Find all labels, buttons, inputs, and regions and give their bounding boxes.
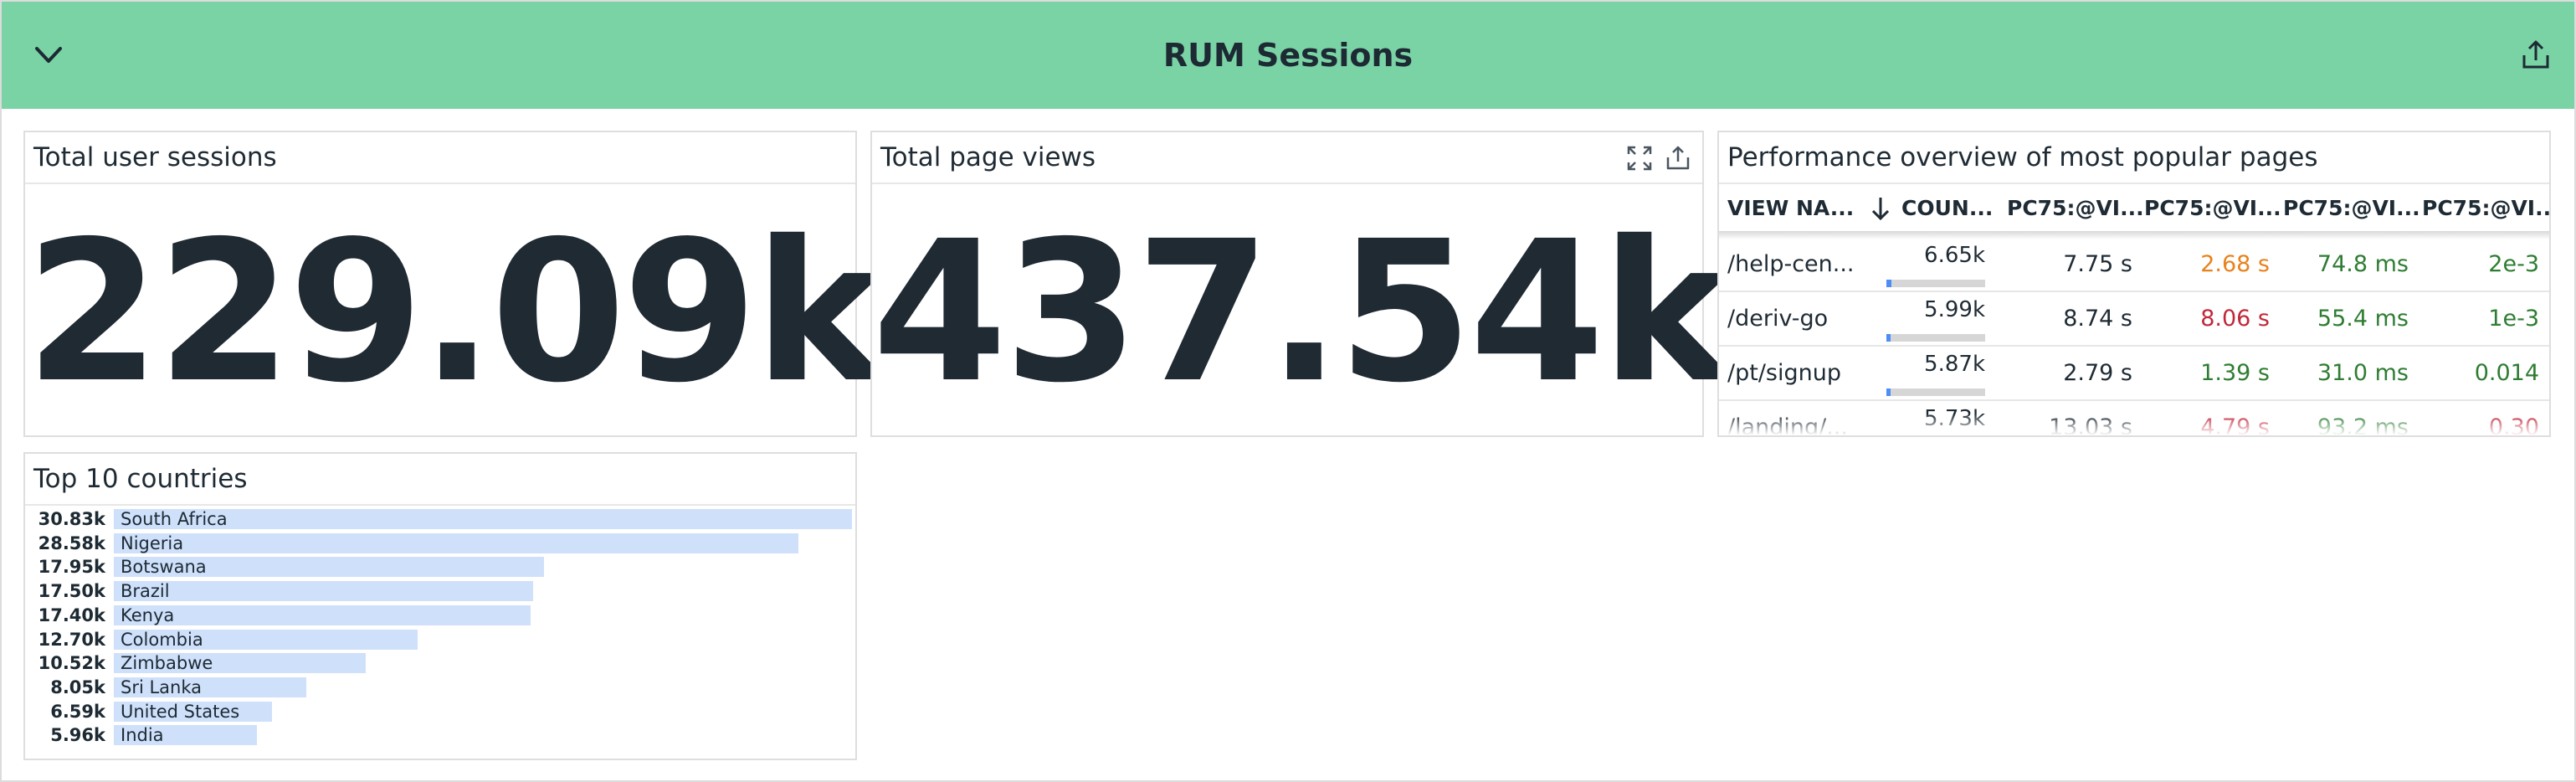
widget-divider bbox=[25, 183, 855, 184]
country-value: 12.70k bbox=[38, 629, 105, 650]
total-page-views-value: 437.54k bbox=[872, 199, 1731, 425]
country-row[interactable]: 28.58k Nigeria bbox=[25, 532, 855, 555]
country-value: 10.52k bbox=[38, 653, 105, 674]
count-bar bbox=[1886, 280, 1985, 287]
country-value: 5.96k bbox=[50, 725, 105, 746]
table-row[interactable]: /pt/signup 2.79 s 1.39 s 31.0 ms 0.014 5.87k bbox=[1719, 347, 2549, 401]
country-value: 17.50k bbox=[38, 581, 105, 602]
pc75-cell: 31.0 ms bbox=[2317, 360, 2409, 386]
pc75-cell: 55.4 ms bbox=[2317, 306, 2409, 332]
expand-icon[interactable] bbox=[1625, 144, 1654, 172]
country-value: 17.95k bbox=[38, 557, 105, 578]
view-name-cell: /help-cen... bbox=[1727, 251, 1855, 277]
table-row[interactable]: /help-cen... 7.75 s 2.68 s 74.8 ms 2e-3 6.65k bbox=[1719, 238, 2549, 292]
share-icon[interactable] bbox=[2519, 37, 2553, 74]
count-cell: 6.65k bbox=[1924, 243, 1985, 268]
scroll-fade bbox=[1719, 414, 2549, 435]
column-header-count[interactable]: COUN... bbox=[1901, 196, 1993, 220]
country-name: Zimbabwe bbox=[121, 653, 213, 674]
arrow-down-icon[interactable] bbox=[1870, 196, 1891, 221]
country-name: South Africa bbox=[121, 509, 228, 529]
performance-overview-widget[interactable]: Performance overview of most popular pag… bbox=[1717, 131, 2551, 437]
country-name: India bbox=[121, 725, 164, 746]
country-name: United States bbox=[121, 701, 240, 722]
column-header-pc75-3[interactable]: PC75:@VI... bbox=[2283, 196, 2420, 220]
country-row[interactable]: 5.96k India bbox=[25, 723, 855, 747]
country-row[interactable]: 10.52k Zimbabwe bbox=[25, 651, 855, 675]
count-bar bbox=[1886, 334, 1985, 342]
count-bar bbox=[1886, 388, 1985, 396]
country-name: Kenya bbox=[121, 605, 175, 625]
country-name: Nigeria bbox=[121, 532, 184, 553]
pc75-cell: 74.8 ms bbox=[2317, 251, 2409, 277]
widget-title: Top 10 countries bbox=[33, 464, 248, 494]
total-user-sessions-widget[interactable]: Total user sessions 229.09k bbox=[23, 131, 884, 437]
country-row[interactable]: 30.83k South Africa bbox=[25, 507, 855, 531]
count-cell: 5.87k bbox=[1924, 352, 1985, 377]
country-value: 28.58k bbox=[38, 532, 105, 553]
country-row[interactable]: 17.50k Brazil bbox=[25, 579, 855, 603]
country-row[interactable]: 8.05k Sri Lanka bbox=[25, 676, 855, 699]
table-header: VIEW NA... COUN... PC75:@VI... PC75:@VI.… bbox=[1719, 183, 2549, 233]
pc75-cell: 2e-3 bbox=[2488, 251, 2539, 277]
country-name: Colombia bbox=[121, 629, 203, 650]
pc75-cell: 0.014 bbox=[2474, 360, 2539, 386]
country-value: 17.40k bbox=[38, 605, 105, 625]
count-bar-fill bbox=[1886, 334, 1891, 342]
country-bar bbox=[114, 581, 533, 602]
share-icon[interactable] bbox=[1664, 144, 1692, 172]
pc75-cell: 7.75 s bbox=[2063, 251, 2132, 277]
country-value: 6.59k bbox=[50, 701, 105, 722]
country-row[interactable]: 6.59k United States bbox=[25, 700, 855, 723]
widget-title: Total user sessions bbox=[33, 142, 277, 172]
pc75-cell: 2.79 s bbox=[2063, 360, 2132, 386]
widget-divider bbox=[872, 183, 1702, 184]
view-name-cell: /pt/signup bbox=[1727, 360, 1841, 386]
group-header: RUM Sessions bbox=[2, 2, 2574, 109]
count-bar-fill bbox=[1886, 280, 1891, 287]
column-header-view-name[interactable]: VIEW NA... bbox=[1727, 196, 1854, 220]
dashboard-group: RUM Sessions Total user sessions 229.09k… bbox=[0, 0, 2576, 782]
country-row[interactable]: 12.70k Colombia bbox=[25, 628, 855, 651]
pc75-cell: 1e-3 bbox=[2488, 306, 2539, 332]
column-header-pc75-4[interactable]: PC75:@VI... bbox=[2422, 196, 2549, 220]
pc75-cell: 1.39 s bbox=[2200, 360, 2270, 386]
pc75-cell: 2.68 s bbox=[2200, 251, 2270, 277]
country-row[interactable]: 17.40k Kenya bbox=[25, 604, 855, 627]
column-header-pc75-2[interactable]: PC75:@VI... bbox=[2144, 196, 2281, 220]
count-cell: 5.99k bbox=[1924, 297, 1985, 322]
country-name: Botswana bbox=[121, 557, 207, 578]
total-user-sessions-value: 229.09k bbox=[25, 199, 884, 425]
widget-divider bbox=[25, 504, 855, 506]
country-row[interactable]: 17.95k Botswana bbox=[25, 555, 855, 579]
column-header-pc75-1[interactable]: PC75:@VI... bbox=[2007, 196, 2144, 220]
pc75-cell: 8.74 s bbox=[2063, 306, 2132, 332]
table-row[interactable]: /deriv-go 8.74 s 8.06 s 55.4 ms 1e-3 5.99k bbox=[1719, 292, 2549, 347]
widget-title: Total page views bbox=[880, 142, 1096, 172]
top-countries-widget[interactable]: Top 10 countries 30.83k South Africa 28.58… bbox=[23, 452, 857, 760]
view-name-cell: /deriv-go bbox=[1727, 306, 1829, 332]
pc75-cell: 8.06 s bbox=[2200, 306, 2270, 332]
group-title: RUM Sessions bbox=[1162, 37, 1414, 74]
country-name: Sri Lanka bbox=[121, 677, 203, 697]
country-value: 30.83k bbox=[38, 509, 105, 529]
count-bar-fill bbox=[1886, 388, 1891, 396]
country-name: Brazil bbox=[121, 581, 170, 602]
country-bar bbox=[114, 605, 531, 625]
country-bar bbox=[114, 532, 798, 553]
total-page-views-widget[interactable]: Total page views 437.54k bbox=[870, 131, 1731, 437]
country-value: 8.05k bbox=[50, 677, 105, 697]
widget-title: Performance overview of most popular pag… bbox=[1727, 142, 2318, 172]
